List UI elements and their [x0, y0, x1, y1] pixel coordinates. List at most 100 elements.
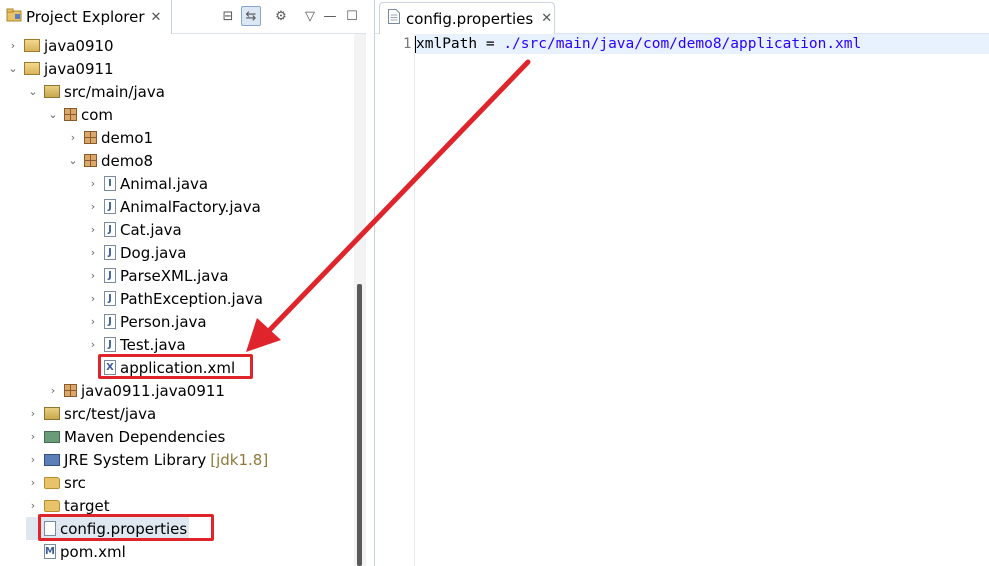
- editor-tab-label: config.properties: [406, 9, 534, 28]
- tree-item-pathexception-java[interactable]: › J PathException.java: [86, 287, 263, 310]
- tree-item-animalfactory-java[interactable]: › J AnimalFactory.java: [86, 195, 261, 218]
- tree-item-label: target: [64, 496, 110, 515]
- project-explorer-view: Project Explorer ✕ ⊟ ⇆ ⚙ ▽ — ☐ › java0910…: [0, 0, 366, 566]
- project-icon: [24, 62, 40, 75]
- tree-item-src[interactable]: › src: [26, 471, 86, 494]
- tree-item-label: JRE System Library: [64, 450, 207, 469]
- line-number: 1: [403, 36, 412, 52]
- java-file-icon: J: [104, 245, 116, 260]
- chevron-right-icon[interactable]: ›: [6, 39, 20, 52]
- chevron-right-icon[interactable]: ›: [86, 315, 100, 328]
- chevron-right-icon[interactable]: ›: [26, 407, 40, 420]
- tree-item-label: Dog.java: [120, 243, 187, 262]
- highlight-box-application-xml: [98, 354, 253, 379]
- tree-item-label: src/main/java: [64, 82, 165, 101]
- chevron-right-icon[interactable]: ›: [66, 131, 80, 144]
- tree-item-label: com: [81, 105, 114, 124]
- tree-item-label: Person.java: [120, 312, 207, 331]
- tree-item-demo1[interactable]: › demo1: [66, 126, 153, 149]
- tree-item-dog-java[interactable]: › J Dog.java: [86, 241, 187, 264]
- chevron-down-icon[interactable]: ⌄: [66, 154, 80, 167]
- tree-item-label: demo1: [101, 128, 154, 147]
- tree-item-label: src/test/java: [64, 404, 157, 423]
- chevron-right-icon[interactable]: ›: [86, 246, 100, 259]
- vertical-scrollbar[interactable]: [354, 34, 366, 566]
- tree-item-label: ParseXML.java: [120, 266, 229, 285]
- package-icon: [84, 131, 97, 144]
- source-folder-icon: [44, 407, 60, 420]
- chevron-right-icon[interactable]: ›: [86, 338, 100, 351]
- tree-item-label: PathException.java: [120, 289, 263, 308]
- source-folder-icon: [44, 85, 60, 98]
- chevron-down-icon[interactable]: ⌄: [26, 85, 40, 98]
- package-icon: [84, 154, 97, 167]
- tree-item-label: src: [64, 473, 86, 492]
- line-number-gutter: 1: [375, 34, 415, 566]
- tree-item-java0911-java0911[interactable]: › java0911.java0911: [46, 379, 225, 402]
- project-icon: [24, 39, 40, 52]
- java-file-icon: J: [104, 314, 116, 329]
- chevron-right-icon[interactable]: ›: [26, 476, 40, 489]
- chevron-right-icon[interactable]: ›: [26, 430, 40, 443]
- chevron-right-icon[interactable]: ›: [26, 499, 40, 512]
- tab-config-properties[interactable]: config.properties ✕: [379, 2, 555, 34]
- tree-item-src-test-java[interactable]: › src/test/java: [26, 402, 156, 425]
- collapse-all-icon[interactable]: ⊟: [218, 6, 238, 26]
- link-with-editor-icon[interactable]: ⇆: [241, 6, 261, 26]
- tree-item-src-main-java[interactable]: ⌄ src/main/java: [26, 80, 165, 103]
- minimize-icon[interactable]: —: [320, 6, 340, 26]
- highlight-box-config-properties: [38, 514, 214, 541]
- editor-tab-bar: config.properties ✕: [375, 0, 989, 34]
- chevron-down-icon[interactable]: ⌄: [46, 108, 60, 121]
- scrollbar-thumb[interactable]: [357, 284, 362, 566]
- project-explorer-icon: [6, 7, 22, 27]
- tree-item-label: java0910: [44, 36, 114, 55]
- tree-item-java0911[interactable]: ⌄ java0911: [6, 57, 114, 80]
- tree-item-label: Animal.java: [120, 174, 209, 193]
- java-file-icon: J: [104, 222, 116, 237]
- tree-item-com[interactable]: ⌄ com: [46, 103, 113, 126]
- package-icon: [64, 108, 77, 121]
- maven-file-icon: M: [44, 544, 56, 559]
- explorer-header: Project Explorer ✕ ⊟ ⇆ ⚙ ▽ — ☐: [0, 0, 366, 34]
- tree-item-java0910[interactable]: › java0910: [6, 34, 114, 57]
- tree-item-jre-system-library[interactable]: › JRE System Library [jdk1.8]: [26, 448, 268, 471]
- package-icon: [64, 384, 77, 397]
- view-menu-icon[interactable]: ▽: [300, 6, 320, 26]
- chevron-right-icon[interactable]: ›: [86, 200, 100, 213]
- property-key: xmlPath =: [416, 36, 504, 52]
- tab-project-explorer[interactable]: Project Explorer ✕: [0, 0, 172, 34]
- folder-icon: [44, 499, 60, 512]
- java-file-icon: J: [104, 199, 116, 214]
- chevron-right-icon[interactable]: ›: [86, 292, 100, 305]
- chevron-right-icon[interactable]: ›: [86, 177, 100, 190]
- maximize-icon[interactable]: ☐: [342, 6, 362, 26]
- tree-item-demo8[interactable]: ⌄ demo8: [66, 149, 153, 172]
- tree-item-test-java[interactable]: › J Test.java: [86, 333, 186, 356]
- chevron-right-icon[interactable]: ›: [26, 453, 40, 466]
- focus-workspace-icon[interactable]: ⚙: [271, 6, 291, 26]
- tree-item-maven-dependencies[interactable]: › Maven Dependencies: [26, 425, 225, 448]
- tree-item-label: java0911: [44, 59, 114, 78]
- chevron-right-icon[interactable]: ›: [46, 384, 60, 397]
- text-caret: [415, 36, 416, 53]
- jre-library-icon: [44, 453, 60, 466]
- chevron-right-icon[interactable]: ›: [86, 269, 100, 282]
- chevron-down-icon[interactable]: ⌄: [6, 62, 20, 75]
- tree-item-person-java[interactable]: › J Person.java: [86, 310, 207, 333]
- tree-item-parsexml-java[interactable]: › J ParseXML.java: [86, 264, 229, 287]
- tree-item-cat-java[interactable]: › J Cat.java: [86, 218, 182, 241]
- tree-item-animal-java[interactable]: › I Animal.java: [86, 172, 208, 195]
- close-icon[interactable]: ✕: [541, 11, 552, 26]
- chevron-right-icon[interactable]: ›: [86, 223, 100, 236]
- tree-item-label: AnimalFactory.java: [120, 197, 261, 216]
- java-file-icon: J: [104, 268, 116, 283]
- close-icon[interactable]: ✕: [151, 10, 162, 25]
- project-tree: › java0910 ⌄ java0911 ⌄ src/main/java ⌄ com › dem…: [0, 34, 348, 566]
- tree-item-pom-xml[interactable]: Mpom.xml: [26, 540, 126, 563]
- tree-item-label: Test.java: [120, 335, 186, 354]
- tree-item-label: java0911.java0911: [81, 381, 225, 400]
- editor-area: config.properties ✕ 1 xmlPath = ./src/ma…: [374, 0, 989, 566]
- code-line[interactable]: xmlPath = ./src/main/java/com/demo8/appl…: [415, 34, 989, 54]
- tree-item-label: Maven Dependencies: [64, 427, 226, 446]
